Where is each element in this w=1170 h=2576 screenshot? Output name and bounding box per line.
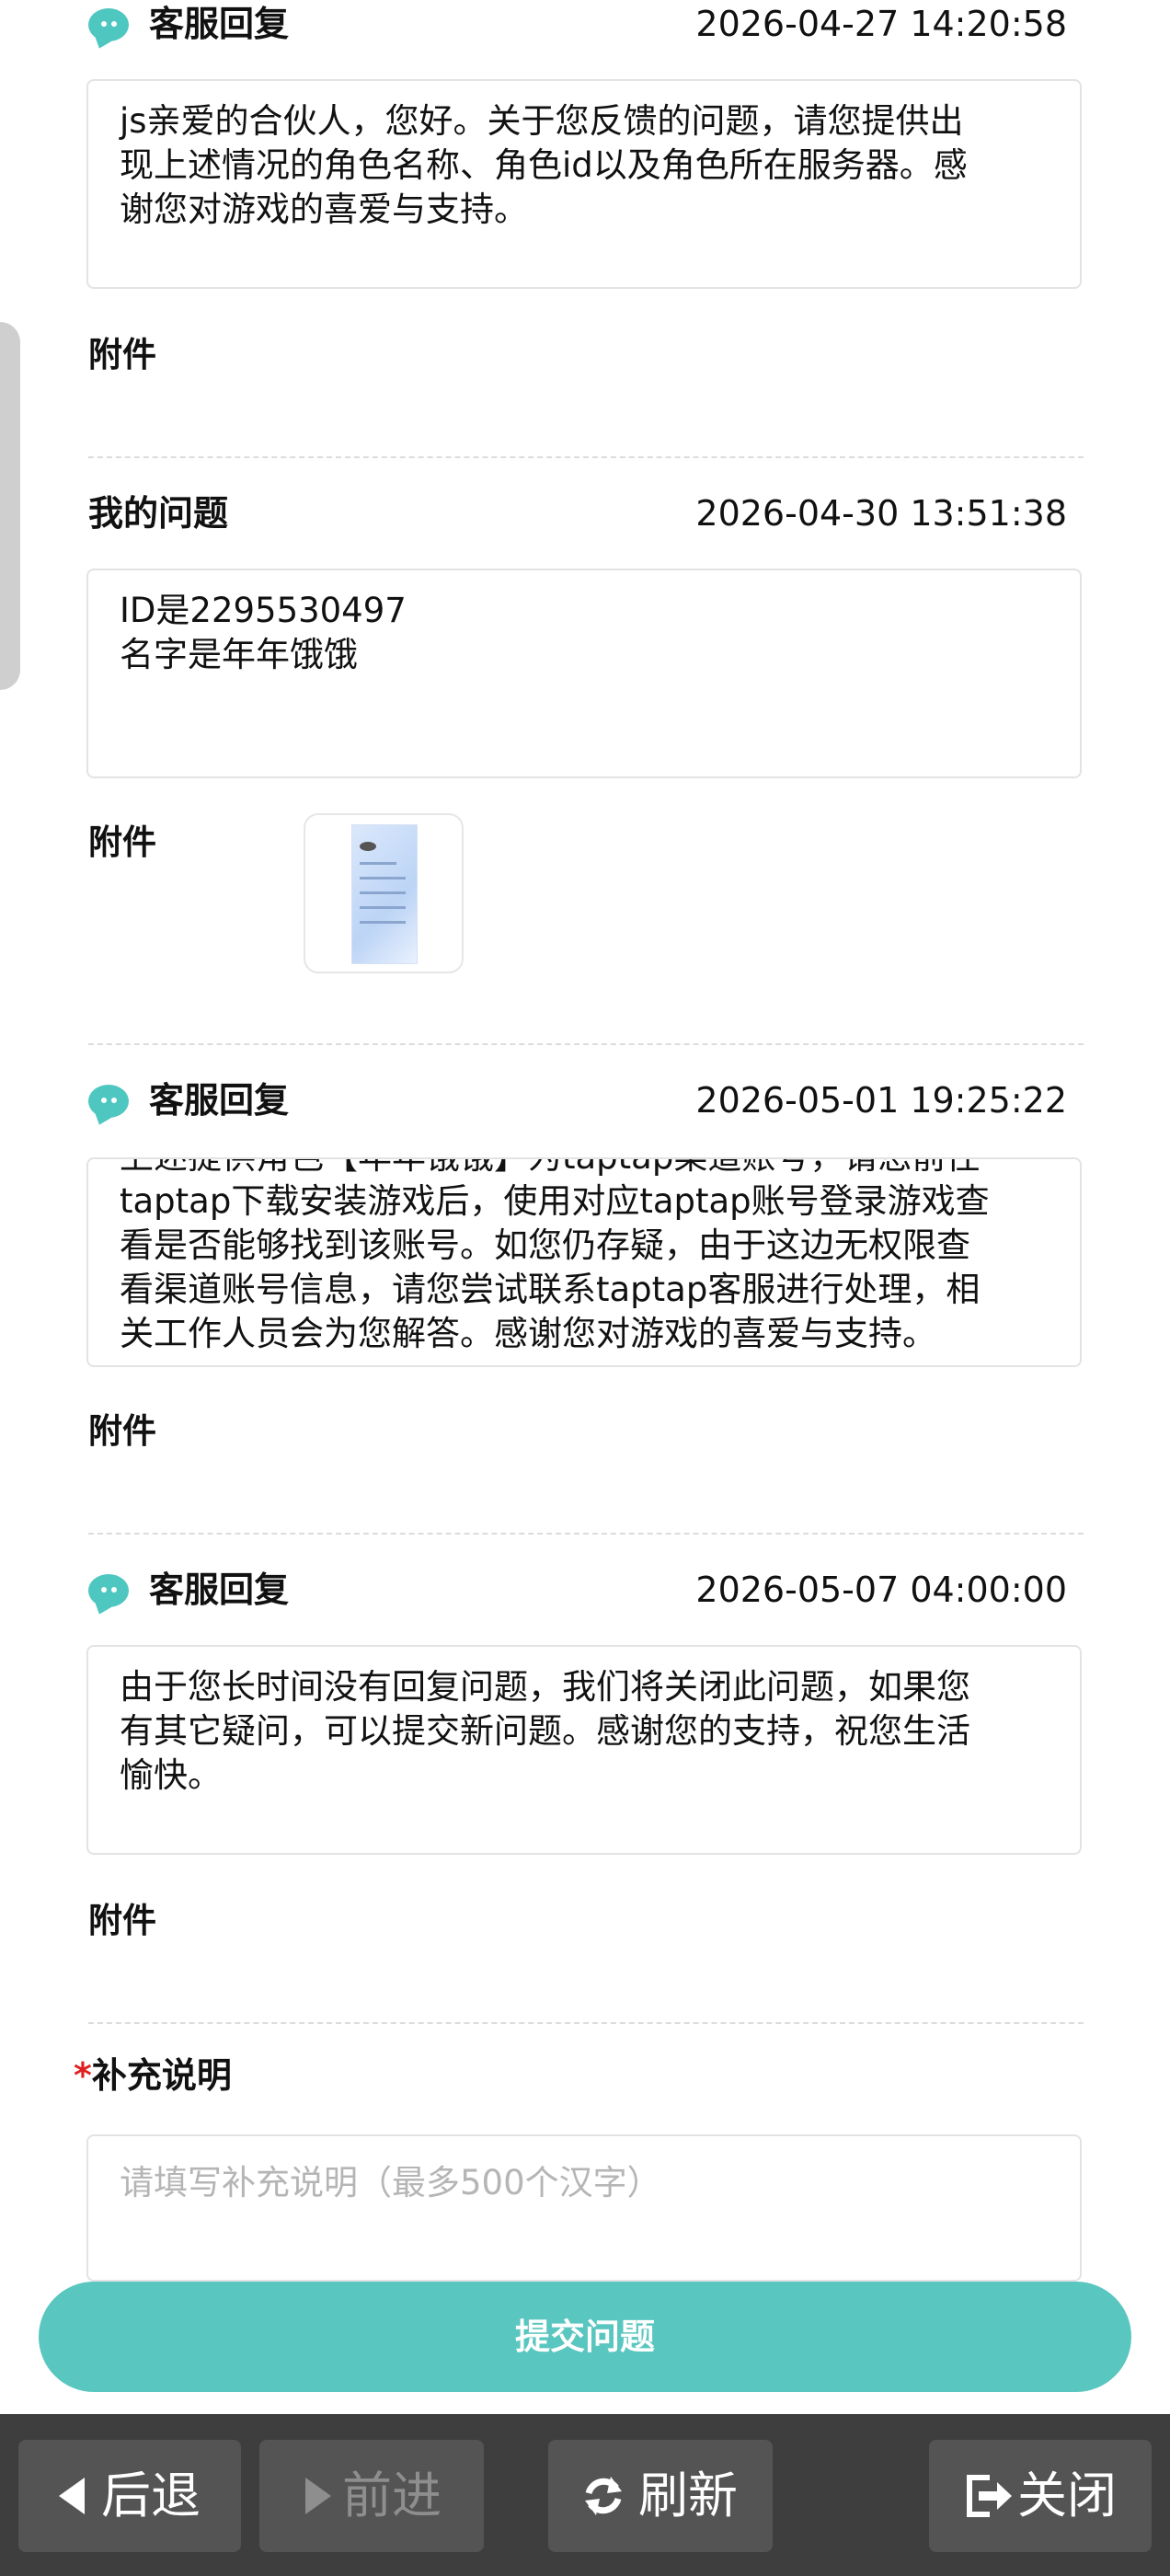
attachment-label: 附件 [88, 1901, 156, 1940]
reply-header: 客服回复 2026-05-01 19:25:22 [88, 1073, 1067, 1128]
reply-content-box: 由于您长时间没有回复问题，我们将关闭此问题，如果您 有其它疑问，可以提交新问题。… [86, 1645, 1082, 1855]
attachment-label: 附件 [88, 822, 156, 862]
back-button[interactable]: 后退 [18, 2440, 241, 2552]
reply-content: 上述提供角色【年年饿饿】为taptap渠道账号，请您前往 taptap下载安装游… [120, 1159, 990, 1353]
forward-label: 前进 [342, 2467, 442, 2524]
reply-content: js亲爱的合伙人，您好。关于您反馈的问题，请您提供出 现上述情况的角色名称、角色… [120, 101, 968, 229]
my-question-time: 2026-04-30 13:51:38 [695, 493, 1067, 534]
chat-bubble-icon [88, 1574, 129, 1607]
reply-title: 客服回复 [149, 1080, 290, 1121]
my-question-title: 我的问题 [88, 493, 229, 534]
chat-bubble-icon [88, 8, 129, 41]
divider [88, 456, 1084, 458]
attachment-thumbnail[interactable] [304, 813, 464, 973]
divider [88, 1533, 1084, 1535]
reply-time: 2026-05-07 04:00:00 [695, 1570, 1067, 1610]
side-drawer-handle[interactable] [0, 322, 20, 690]
browser-toolbar: 后退 前进 刷新 关闭 [0, 2414, 1170, 2576]
refresh-button[interactable]: 刷新 [548, 2440, 773, 2552]
forward-arrow-icon [305, 2478, 331, 2514]
forward-button[interactable]: 前进 [259, 2440, 484, 2552]
screenshot-image [351, 824, 418, 964]
back-label: 后退 [101, 2467, 201, 2524]
reply-time: 2026-05-01 19:25:22 [695, 1080, 1067, 1121]
chat-bubble-icon [88, 1085, 129, 1118]
supplement-input[interactable] [88, 2136, 1080, 2280]
reply-title: 客服回复 [149, 1570, 290, 1610]
reply-title: 客服回复 [149, 4, 290, 44]
refresh-label: 刷新 [638, 2467, 738, 2524]
attachment-label: 附件 [88, 1411, 156, 1451]
required-mark: * [74, 2055, 92, 2096]
reply-header: 客服回复 2026-05-07 04:00:00 [88, 1562, 1067, 1617]
my-question-header: 我的问题 2026-04-30 13:51:38 [88, 486, 1067, 541]
reply-content: 由于您长时间没有回复问题，我们将关闭此问题，如果您 有其它疑问，可以提交新问题。… [120, 1667, 970, 1795]
supplement-input-box[interactable] [86, 2134, 1082, 2282]
close-label: 关闭 [1017, 2467, 1117, 2524]
reply-content-box[interactable]: 上述提供角色【年年饿饿】为taptap渠道账号，请您前往 taptap下载安装游… [86, 1157, 1082, 1367]
my-question-content-box: ID是2295530497 名字是年年饿饿 [86, 569, 1082, 778]
supplement-label: *补充说明 [74, 2048, 232, 2103]
submit-button[interactable]: 提交问题 [39, 2282, 1131, 2392]
close-button[interactable]: 关闭 [929, 2440, 1152, 2552]
reply-time: 2026-04-27 14:20:58 [695, 4, 1067, 44]
attachment-label: 附件 [88, 335, 156, 374]
supplement-label-text: 补充说明 [91, 2055, 232, 2096]
divider [88, 2022, 1084, 2024]
reply-header: 客服回复 2026-04-27 14:20:58 [88, 0, 1067, 52]
back-arrow-icon [59, 2478, 85, 2514]
reply-content-box: js亲爱的合伙人，您好。关于您反馈的问题，请您提供出 现上述情况的角色名称、角色… [86, 79, 1082, 289]
divider [88, 1043, 1084, 1045]
my-question-content: ID是2295530497 名字是年年饿饿 [120, 591, 407, 674]
exit-icon [967, 2475, 1012, 2517]
refresh-icon [585, 2477, 622, 2515]
